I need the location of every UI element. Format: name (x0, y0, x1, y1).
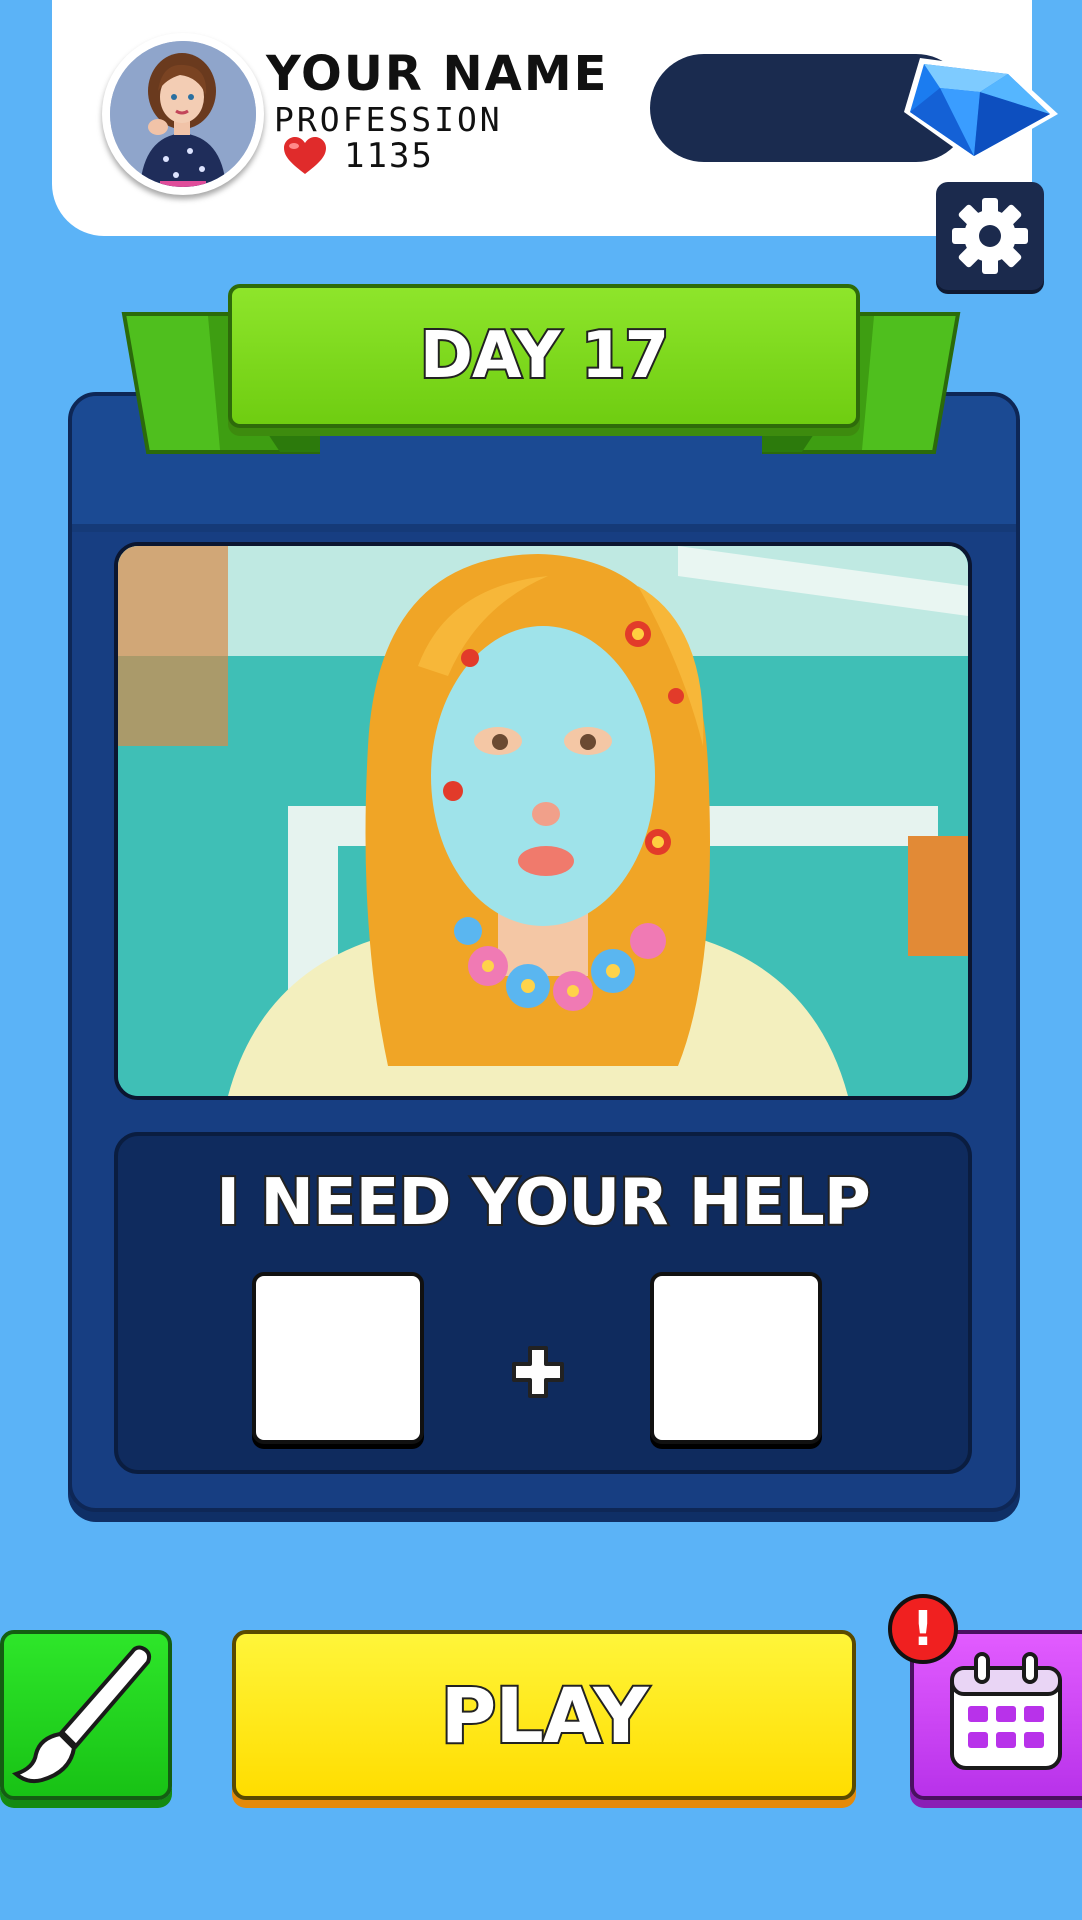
gear-icon (952, 198, 1028, 274)
day-ribbon: DAY 17 (228, 284, 860, 428)
ingredient-slot-2[interactable] (650, 1272, 822, 1444)
request-title: I NEED YOUR HELP (214, 1164, 872, 1242)
play-label: PLAY (439, 1669, 651, 1762)
likes-count: 1135 (344, 136, 434, 176)
diamond-gem-icon (904, 58, 1058, 162)
paintbrush-button[interactable] (0, 1630, 172, 1800)
notification-badge: ! (888, 1594, 958, 1664)
avatar[interactable] (102, 33, 264, 195)
request-box: I NEED YOUR HELP (114, 1132, 972, 1474)
paintbrush-icon (11, 1645, 152, 1784)
player-profession: PROFESSION (274, 100, 503, 139)
customer-scene-image (114, 542, 972, 1100)
player-name: YOUR NAME (266, 46, 609, 102)
settings-button[interactable] (936, 182, 1044, 290)
plus-icon (512, 1346, 564, 1398)
heart-icon (284, 137, 326, 174)
play-button[interactable]: PLAY (232, 1630, 856, 1800)
ingredient-slot-1[interactable] (252, 1272, 424, 1444)
profile-header: YOUR NAME PROFESSION 1135 (52, 0, 1058, 236)
day-label: DAY 17 (418, 317, 671, 395)
avatar-portrait (110, 41, 256, 187)
